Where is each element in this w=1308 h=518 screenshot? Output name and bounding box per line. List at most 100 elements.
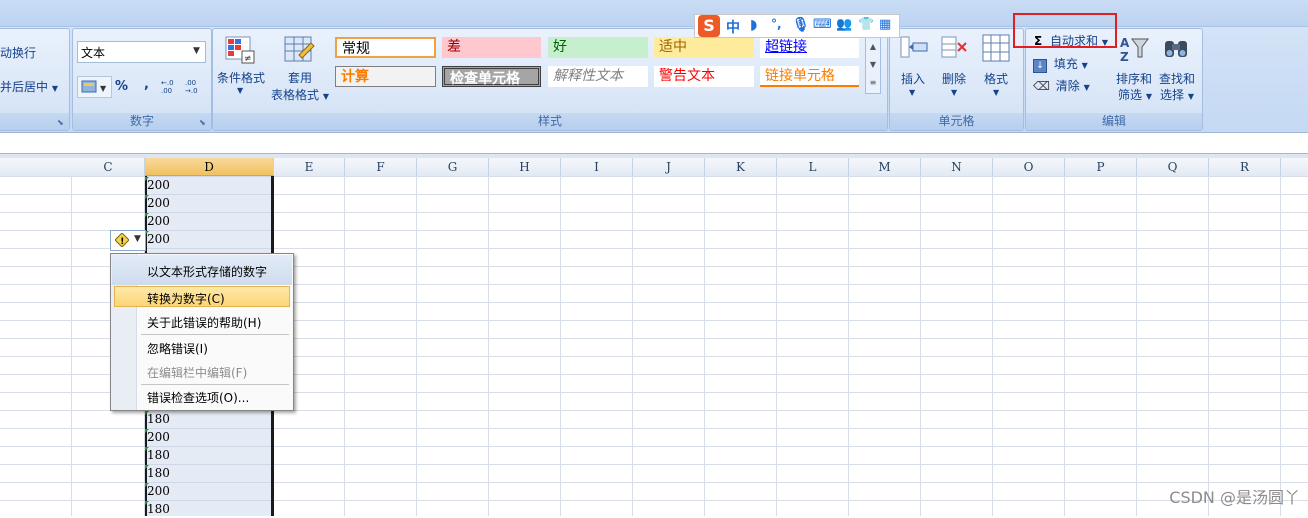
- cell-value[interactable]: 180: [147, 446, 170, 464]
- decrease-decimal-button[interactable]: .00 →.0: [184, 76, 206, 96]
- cell-style-item[interactable]: 检查单元格: [442, 66, 541, 87]
- column-header-q[interactable]: Q: [1137, 158, 1209, 176]
- column-header-r[interactable]: R: [1209, 158, 1281, 176]
- cell-value[interactable]: 200: [147, 428, 170, 446]
- chevron-down-icon: ▼: [1145, 92, 1152, 101]
- cell-value[interactable]: 200: [147, 230, 170, 248]
- column-header-p[interactable]: P: [1065, 158, 1137, 176]
- sort-filter-label-1[interactable]: 排序和: [1113, 70, 1155, 87]
- scroll-up-icon[interactable]: ▲: [866, 38, 880, 56]
- grid-line: [632, 176, 633, 516]
- column-header-c[interactable]: C: [72, 158, 145, 176]
- ime-toolbar: S 中 ◗ °, 🎙 ⌨ 👥 👕 ▦: [694, 14, 900, 38]
- find-select-button[interactable]: [1161, 33, 1193, 65]
- cell-style-item[interactable]: 链接单元格: [760, 66, 859, 87]
- format-cells-icon: [982, 34, 1010, 62]
- column-header-o[interactable]: O: [993, 158, 1065, 176]
- format-as-table-button[interactable]: [283, 35, 317, 65]
- gallery-scroll[interactable]: ▲ ▼ ≡: [865, 37, 881, 94]
- error-smart-tag[interactable]: ! ▼: [110, 230, 146, 251]
- merge-center-button[interactable]: 合并后居中 ▼: [0, 78, 58, 95]
- sort-filter-label-2[interactable]: 筛选 ▼: [1118, 86, 1152, 103]
- insert-label[interactable]: 插入: [894, 70, 932, 87]
- increase-decimal-button[interactable]: ←.0 .00: [160, 76, 182, 96]
- wrap-text-button[interactable]: 自动换行: [0, 44, 36, 61]
- cell-style-item[interactable]: 解释性文本: [548, 66, 648, 87]
- error-indicator-icon: [145, 411, 149, 415]
- punctuation-icon[interactable]: °,: [771, 17, 782, 31]
- chevron-down-icon[interactable]: ▼: [193, 46, 202, 56]
- format-as-table-label-1[interactable]: 套用: [278, 69, 322, 86]
- cell-value[interactable]: 200: [147, 194, 170, 212]
- dialog-launcher-icon[interactable]: ⬊: [57, 118, 66, 127]
- column-header-d[interactable]: D: [145, 158, 274, 176]
- microphone-icon[interactable]: 🎙: [792, 17, 810, 33]
- dialog-launcher-icon[interactable]: ⬊: [199, 118, 208, 127]
- number-format-dropdown[interactable]: 文本 ▼: [77, 41, 206, 63]
- conditional-formatting-button[interactable]: ≠: [224, 35, 258, 65]
- cell-style-item[interactable]: 计算: [335, 66, 436, 87]
- svg-text:≠: ≠: [244, 54, 252, 64]
- menu-item-error-help[interactable]: 关于此错误的帮助(H): [147, 314, 261, 331]
- format-label[interactable]: 格式: [977, 70, 1015, 87]
- grid-line: [416, 176, 417, 516]
- column-header-i[interactable]: I: [561, 158, 633, 176]
- cell-style-item[interactable]: 适中: [654, 37, 754, 58]
- grid-line: [776, 176, 777, 516]
- svg-text:Z: Z: [1120, 50, 1129, 64]
- conditional-formatting-icon: ≠: [225, 36, 255, 64]
- delete-label[interactable]: 删除: [935, 70, 973, 87]
- gallery-more-icon[interactable]: ≡: [866, 74, 880, 92]
- accounting-format-button[interactable]: ▼: [77, 76, 112, 98]
- chevron-down-icon: ▼: [993, 88, 1000, 97]
- cell-value[interactable]: 180: [147, 464, 170, 482]
- find-select-label-2[interactable]: 选择 ▼: [1160, 86, 1194, 103]
- column-header-e[interactable]: E: [274, 158, 345, 176]
- sort-filter-button[interactable]: A Z: [1118, 33, 1150, 65]
- cell-style-item[interactable]: 常规: [335, 37, 436, 58]
- menu-item-error-checking-options[interactable]: 错误检查选项(O)...: [147, 389, 249, 406]
- scroll-down-icon[interactable]: ▼: [866, 56, 880, 74]
- format-cells-button[interactable]: [981, 33, 1011, 63]
- column-header-g[interactable]: G: [417, 158, 489, 176]
- cell-style-item[interactable]: 好: [548, 37, 648, 58]
- moon-icon[interactable]: ◗: [750, 17, 757, 33]
- skin-icon[interactable]: 👕: [858, 17, 874, 32]
- cell-style-item[interactable]: 警告文本: [654, 66, 754, 87]
- cell-style-item[interactable]: 超链接: [760, 37, 859, 58]
- conditional-formatting-label[interactable]: 条件格式: [216, 69, 266, 86]
- cell-value[interactable]: 200: [147, 482, 170, 500]
- column-header-k[interactable]: K: [705, 158, 777, 176]
- column-header-j[interactable]: J: [633, 158, 705, 176]
- toolbox-icon[interactable]: ▦: [879, 17, 891, 32]
- find-select-label-1[interactable]: 查找和: [1156, 70, 1198, 87]
- cell-value[interactable]: 180: [147, 500, 170, 518]
- column-header-h[interactable]: H: [489, 158, 561, 176]
- cell-value[interactable]: 200: [147, 212, 170, 230]
- menu-item-convert-to-number[interactable]: 转换为数字(C): [147, 290, 225, 307]
- formula-bar[interactable]: [0, 132, 1308, 154]
- comma-style-button[interactable]: ,: [144, 77, 149, 92]
- user-icon[interactable]: 👥: [836, 17, 852, 32]
- svg-text:A: A: [1120, 36, 1130, 50]
- column-header-l[interactable]: L: [777, 158, 849, 176]
- sogou-logo-icon[interactable]: S: [698, 15, 720, 37]
- fill-button[interactable]: ↓ 填充 ▼: [1033, 55, 1088, 73]
- clear-button[interactable]: ⌫ 清除 ▼: [1033, 77, 1090, 94]
- accounting-icon: ▼: [81, 80, 107, 93]
- ime-mode-button[interactable]: 中: [726, 17, 740, 37]
- insert-cells-button[interactable]: [899, 33, 929, 63]
- format-as-table-label-2[interactable]: 表格格式 ▼: [271, 86, 329, 103]
- cell-value[interactable]: 200: [147, 176, 170, 194]
- delete-cells-button[interactable]: [940, 33, 970, 63]
- menu-item-ignore-error[interactable]: 忽略错误(I): [147, 340, 208, 357]
- menu-item-edit-in-formula-bar[interactable]: 在编辑栏中编辑(F): [147, 364, 247, 381]
- cell-style-item[interactable]: 差: [442, 37, 541, 58]
- column-header-n[interactable]: N: [921, 158, 993, 176]
- column-header-f[interactable]: F: [345, 158, 417, 176]
- percent-style-button[interactable]: %: [115, 79, 128, 94]
- chevron-down-icon: ▼: [322, 92, 329, 101]
- column-header-m[interactable]: M: [849, 158, 921, 176]
- cell-value[interactable]: 180: [147, 410, 170, 428]
- keyboard-icon[interactable]: ⌨: [813, 17, 832, 32]
